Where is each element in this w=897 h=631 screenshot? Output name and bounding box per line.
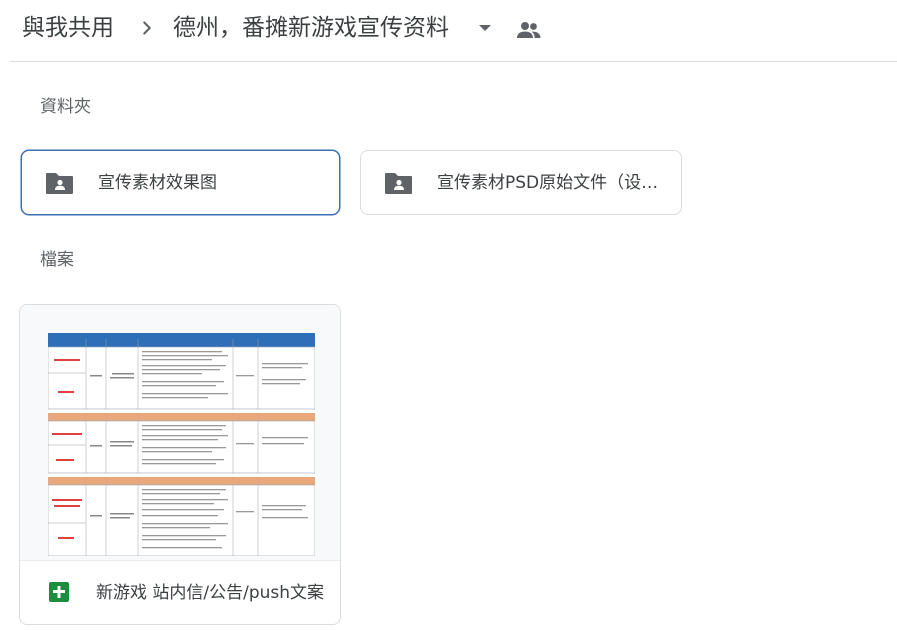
folder-name: 宣传素材PSD原始文件（设计师专用） xyxy=(437,173,669,193)
file-thumbnail xyxy=(20,305,340,561)
breadcrumb-current-folder[interactable]: 德州，番摊新游戏宣传资料 xyxy=(173,12,449,44)
file-card-1[interactable]: 新游戏 站内信/公告/push文案 xyxy=(19,304,341,625)
header: 與我共用 德州，番摊新游戏宣传资料 xyxy=(0,0,897,62)
people-icon xyxy=(517,22,541,38)
files-section-label: 檔案 xyxy=(40,250,74,270)
spreadsheet-preview xyxy=(48,333,315,556)
file-name: 新游戏 站内信/公告/push文案 xyxy=(96,583,325,603)
shared-folder-icon xyxy=(46,173,73,194)
folder-card-2[interactable]: 宣传素材PSD原始文件（设计师专用） xyxy=(360,150,682,215)
folder-name: 宣传素材效果图 xyxy=(98,173,217,193)
chevron-right-icon xyxy=(143,21,151,35)
folders-section-label: 資料夾 xyxy=(40,97,91,117)
shared-folder-icon xyxy=(385,173,412,194)
caret-down-icon[interactable] xyxy=(476,21,494,35)
breadcrumb-root[interactable]: 與我共用 xyxy=(22,12,114,44)
google-sheets-icon xyxy=(49,582,69,602)
header-divider xyxy=(10,61,897,62)
folder-card-1[interactable]: 宣传素材效果图 xyxy=(21,150,340,215)
